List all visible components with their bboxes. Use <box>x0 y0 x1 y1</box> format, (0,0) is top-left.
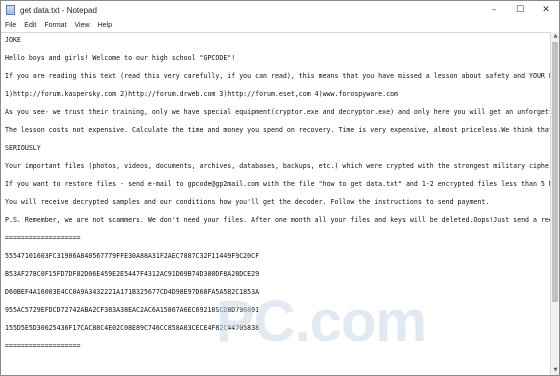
text-line <box>5 81 550 90</box>
vertical-scrollbar[interactable]: ▲ ▼ <box>550 32 559 375</box>
text-line <box>5 135 550 144</box>
scroll-up-icon[interactable]: ▲ <box>551 32 559 41</box>
text-line <box>5 63 550 72</box>
document-text: JOKE Hello boys and girls! Welcome to ou… <box>5 36 550 351</box>
text-editor[interactable]: JOKE Hello boys and girls! Welcome to ou… <box>1 32 550 375</box>
notepad-icon <box>6 5 15 15</box>
text-line: If you are reading this text (read this … <box>5 72 550 80</box>
text-line <box>5 225 550 234</box>
text-line <box>5 153 550 162</box>
text-line: D60BEF4A16003E4CC0A9A3432221A171B325677C… <box>5 288 260 296</box>
text-line <box>5 333 550 342</box>
scroll-thumb[interactable] <box>552 42 558 302</box>
text-line <box>5 45 550 54</box>
minimize-button[interactable]: – <box>481 1 507 19</box>
text-line: As you see- we trust their training, onl… <box>5 108 550 116</box>
text-line <box>5 117 550 126</box>
text-line: 155D5E5D30025436F17CAC88C4E02C08E89C746C… <box>5 324 260 332</box>
text-line: SERIOUSLY <box>5 144 41 152</box>
text-line <box>5 207 550 216</box>
text-line: 55547101603FC31906A840567779FFE30A88A31F… <box>5 252 260 260</box>
text-line <box>5 189 550 198</box>
text-line: Hello boys and girls! Welcome to our hig… <box>5 54 236 62</box>
text-line: JOKE <box>5 36 21 44</box>
text-line: You will receive decrypted samples and o… <box>5 198 490 206</box>
text-line: =================== <box>5 234 81 242</box>
text-line: 955AC5729EFDCD72742ABA2CF383A38EAC2AC6A1… <box>5 306 260 314</box>
menu-file[interactable]: File <box>1 22 20 29</box>
text-line: 1)http://forum.kaspersky.com 2)http://fo… <box>5 90 399 98</box>
text-line <box>5 99 550 108</box>
text-line <box>5 297 550 306</box>
text-line <box>5 279 550 288</box>
menu-edit[interactable]: Edit <box>20 22 40 29</box>
notepad-window: get data.txt - Notepad – ☐ ✕ File Edit F… <box>0 0 560 376</box>
menu-format[interactable]: Format <box>40 22 70 29</box>
menu-bar: File Edit Format View Help <box>1 19 559 32</box>
maximize-button[interactable]: ☐ <box>507 1 533 19</box>
text-line: The lesson costs not expensive. Calculat… <box>5 126 550 134</box>
text-line: B53AF278C0F15FD7DF82D06E459E2E5447F4312A… <box>5 270 260 278</box>
close-button[interactable]: ✕ <box>533 1 559 19</box>
scroll-down-icon[interactable]: ▼ <box>551 366 559 375</box>
text-line: If you want to restore files - send e-ma… <box>5 180 550 188</box>
text-line: Your important files (photos, videos, do… <box>5 162 550 170</box>
text-line <box>5 315 550 324</box>
menu-view[interactable]: View <box>71 22 94 29</box>
text-line <box>5 261 550 270</box>
window-title: get data.txt - Notepad <box>20 5 97 15</box>
text-line <box>5 243 550 252</box>
menu-help[interactable]: Help <box>94 22 116 29</box>
title-bar[interactable]: get data.txt - Notepad – ☐ ✕ <box>1 1 559 19</box>
window-controls: – ☐ ✕ <box>481 1 559 19</box>
text-line: =================== <box>5 342 81 350</box>
text-line: P.S. Remember, we are not scammers. We d… <box>5 216 550 224</box>
text-line <box>5 171 550 180</box>
